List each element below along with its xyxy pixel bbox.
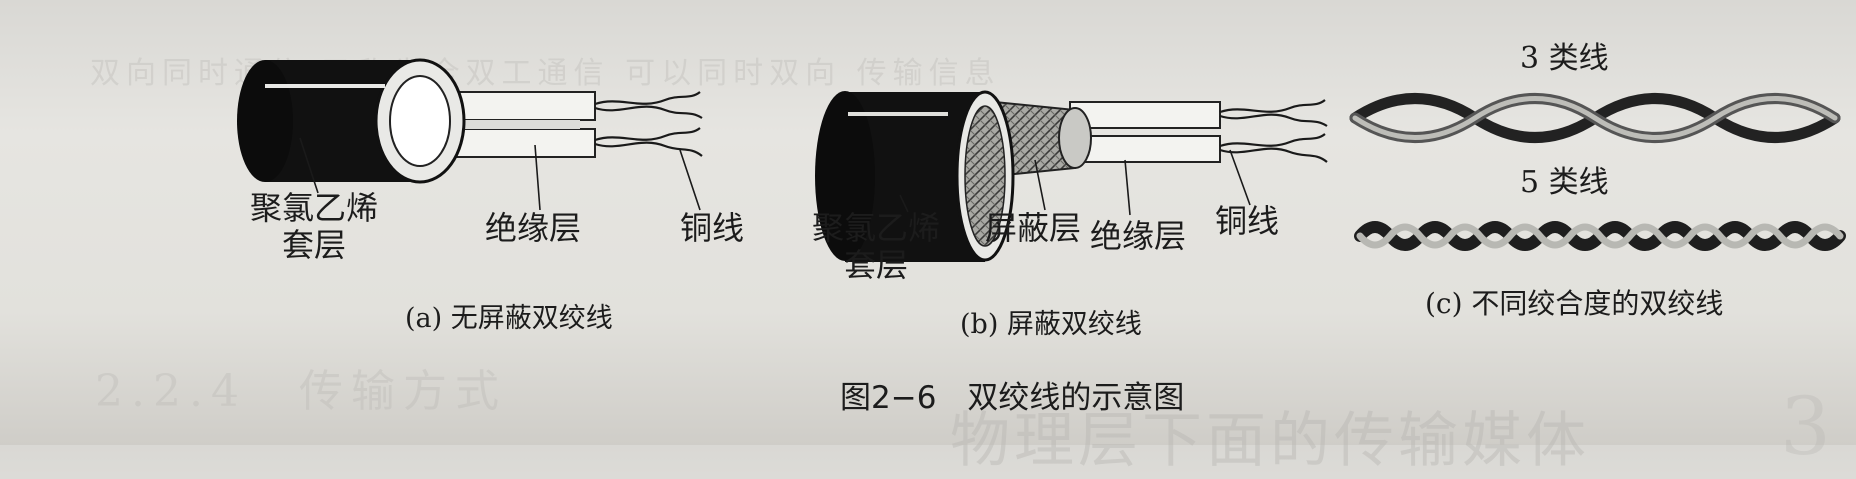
copper-strands-b: [1219, 99, 1328, 163]
label-insulation-a: 绝缘层: [485, 209, 582, 247]
label-shield: 屏蔽层: [985, 209, 1082, 247]
label-insulation-b: 绝缘层: [1090, 217, 1187, 255]
label-pvc-jacket-b: 聚氯乙烯 套层: [812, 209, 941, 284]
jacket-highlight: [265, 84, 385, 88]
label-cat3: 3 类线: [1520, 41, 1609, 76]
label-copper-b: 铜线: [1215, 202, 1280, 240]
caption-panel-b: (b) 屏蔽双绞线: [960, 309, 1142, 340]
label-pvc-jacket-a: 聚氯乙烯 套层: [250, 189, 379, 264]
caption-panel-a: (a) 无屏蔽双绞线: [405, 303, 613, 334]
label-cat5: 5 类线: [1520, 165, 1609, 200]
caption-panel-c: (c) 不同绞合度的双绞线: [1425, 287, 1724, 320]
panel-a-unshielded-cable: [237, 58, 703, 211]
copper-strands-a: [594, 91, 703, 157]
cat5-twisted-pair: [1354, 221, 1846, 251]
cat3-twisted-pair: [1349, 93, 1841, 143]
figure-caption: 图2−6 双绞线的示意图: [840, 380, 1185, 416]
jacket-end: [237, 60, 293, 182]
label-copper-a: 铜线: [680, 209, 745, 247]
